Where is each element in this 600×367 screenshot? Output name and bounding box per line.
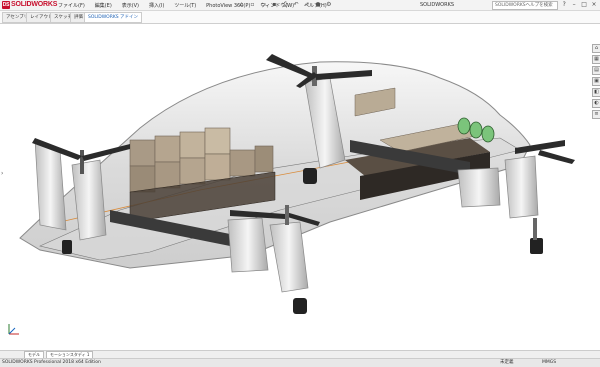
custom-properties-icon[interactable]: ≡ — [592, 110, 600, 119]
window-controls: ? – □ × — [560, 1, 598, 8]
menu-tools[interactable]: ツール(T) — [174, 3, 196, 9]
chevron-right-icon[interactable]: › — [1, 170, 7, 180]
document-title: SOLIDWORKS — [420, 2, 455, 8]
close-icon[interactable]: × — [590, 1, 598, 8]
new-icon[interactable]: ▫ — [249, 1, 256, 8]
file-explorer-icon[interactable]: ▣ — [592, 77, 600, 86]
help-search-input[interactable]: SOLIDWORKSヘルプを検索 — [492, 1, 558, 10]
fairing-right — [457, 167, 501, 208]
left-edge-handles: › — [1, 170, 7, 180]
home-icon[interactable]: ⌂ — [592, 44, 600, 53]
library-icon[interactable]: ▤ — [592, 66, 600, 75]
print-icon[interactable]: ⎙ — [282, 1, 289, 8]
reference-triad-icon — [8, 324, 19, 335]
rebuild-icon[interactable]: ● — [314, 1, 321, 8]
tab-addins[interactable]: SOLIDWORKS アドイン — [84, 12, 143, 23]
minimize-icon[interactable]: – — [570, 1, 578, 8]
quick-access-toolbar: ⌂ ▫ ▭ ▪ ⎙ ↶ ➚ ● ⚙ — [238, 1, 334, 8]
maximize-icon[interactable]: □ — [580, 1, 588, 8]
ds-logo-mark: DS — [2, 1, 10, 9]
logo-text: SOLIDWORKS — [11, 1, 58, 8]
appearance-icon[interactable]: ◐ — [592, 99, 600, 108]
open-icon[interactable]: ▭ — [260, 1, 267, 8]
solidworks-logo[interactable]: DS SOLIDWORKS — [2, 1, 57, 9]
undo-icon[interactable]: ↶ — [293, 1, 300, 8]
menu-edit[interactable]: 編集(E) — [95, 3, 112, 9]
task-pane-tabs: ⌂ ▦ ▤ ▣ ◧ ◐ ≡ — [592, 44, 600, 121]
options-icon[interactable]: ⚙ — [325, 1, 332, 8]
menu-insert[interactable]: 挿入(I) — [149, 3, 164, 9]
resources-icon[interactable]: ▦ — [592, 55, 600, 64]
fairing-left — [227, 217, 269, 273]
view-palette-icon[interactable]: ◧ — [592, 88, 600, 97]
help-icon[interactable]: ? — [560, 1, 568, 8]
title-bar: DS SOLIDWORKS ファイル(F) 編集(E) 表示(V) 挿入(I) ツ… — [0, 0, 600, 11]
select-icon[interactable]: ➚ — [304, 1, 311, 8]
menu-file[interactable]: ファイル(F) — [58, 3, 85, 9]
graphics-area[interactable] — [0, 24, 600, 350]
menu-view[interactable]: 表示(V) — [122, 3, 139, 9]
home-icon[interactable]: ⌂ — [238, 1, 245, 8]
save-icon[interactable]: ▪ — [271, 1, 278, 8]
aircraft-model-render[interactable] — [0, 24, 600, 350]
